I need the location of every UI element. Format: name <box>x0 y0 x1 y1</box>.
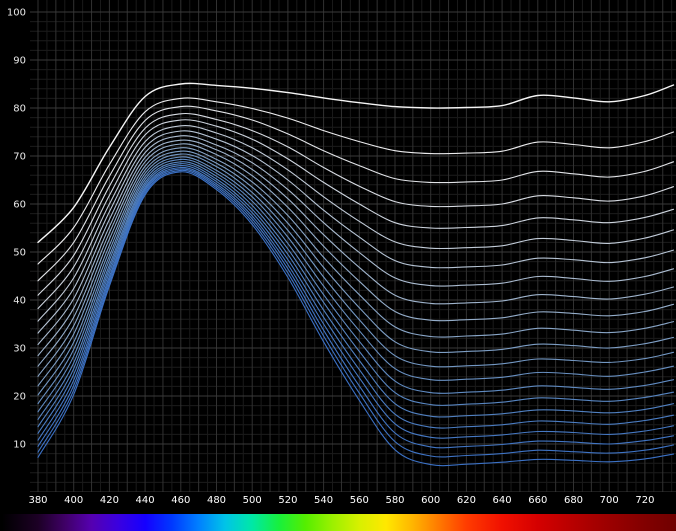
spectral-curve-09 <box>38 140 674 356</box>
x-tick-label: 520 <box>273 495 303 506</box>
x-tick-label: 620 <box>451 495 481 506</box>
y-tick-label: 30 <box>13 344 26 355</box>
x-tick-label: 600 <box>416 495 446 506</box>
x-tick-label: 640 <box>487 495 517 506</box>
x-axis-labels: 380 400 420 440 460 480 500 520 540 560 580 600 620 6… <box>0 492 676 514</box>
x-tick-label: 720 <box>630 495 660 506</box>
y-tick-label: 20 <box>13 392 26 403</box>
curves <box>38 83 674 465</box>
x-tick-label: 700 <box>594 495 624 506</box>
y-axis-labels: 10 20 30 40 50 60 70 80 90 100 <box>7 8 26 451</box>
spectral-chart-screen: 10 20 30 40 50 60 70 80 90 100 380 400 420 440 460 480… <box>0 0 676 531</box>
x-tick-label: 440 <box>130 495 160 506</box>
x-tick-label: 540 <box>309 495 339 506</box>
y-tick-label: 70 <box>13 152 26 163</box>
y-tick-label: 90 <box>13 56 26 67</box>
spectral-curve-07 <box>38 131 674 333</box>
x-tick-label: 480 <box>202 495 232 506</box>
grid <box>30 0 676 492</box>
x-tick-label: 460 <box>166 495 196 506</box>
y-tick-label: 10 <box>13 440 26 451</box>
y-tick-label: 100 <box>7 8 26 19</box>
x-tick-label: 420 <box>94 495 124 506</box>
x-tick-label: 400 <box>59 495 89 506</box>
x-tick-label: 560 <box>344 495 374 506</box>
y-tick-label: 60 <box>13 200 26 211</box>
y-tick-label: 80 <box>13 104 26 115</box>
y-tick-label: 40 <box>13 296 26 307</box>
x-tick-label: 580 <box>380 495 410 506</box>
spectral-chart: 10 20 30 40 50 60 70 80 90 100 <box>0 0 676 492</box>
x-tick-label: 380 <box>23 495 53 506</box>
x-tick-label: 660 <box>523 495 553 506</box>
spectrum-color-bar <box>0 514 676 531</box>
x-tick-label: 500 <box>237 495 267 506</box>
y-tick-label: 50 <box>13 248 26 259</box>
x-tick-label: 680 <box>559 495 589 506</box>
